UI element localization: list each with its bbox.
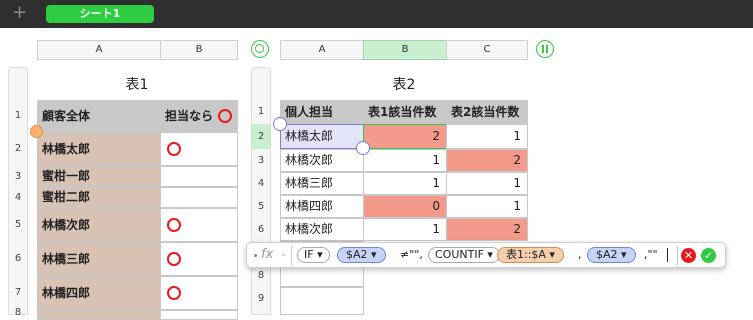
table1-cell[interactable] bbox=[160, 208, 238, 242]
table2-cell[interactable]: 林橋次郎 bbox=[280, 218, 364, 241]
tail-text: ,"" bbox=[644, 248, 658, 261]
table1-cell[interactable]: 林橋次郎 bbox=[37, 208, 161, 242]
table2-column-b-header[interactable]: B bbox=[363, 40, 447, 60]
table2-cell[interactable] bbox=[280, 287, 364, 315]
table1-row-number[interactable]: 3 bbox=[8, 166, 28, 187]
reference-token-a2-2[interactable]: $A2 ▾ bbox=[587, 247, 636, 263]
circle-mark-icon bbox=[167, 142, 181, 156]
ref-label: $A2 bbox=[596, 248, 618, 261]
table1-cell[interactable]: 林橋三郎 bbox=[37, 242, 161, 276]
sheet-tab-bar: + シート1 bbox=[0, 0, 753, 28]
table2-cell[interactable]: 林橋次郎 bbox=[280, 149, 364, 172]
fx-icon: fx bbox=[261, 247, 274, 262]
table2-row-number[interactable]: 4 bbox=[251, 172, 271, 195]
table2-row-number[interactable]: 3 bbox=[251, 149, 271, 172]
table1-cell[interactable]: 蜜柑二郎 bbox=[37, 187, 161, 208]
table1-row-number[interactable]: 8 bbox=[8, 308, 28, 318]
table1-row-number[interactable]: 4 bbox=[8, 187, 28, 208]
table1-cell[interactable]: 林橋太郎 bbox=[37, 132, 161, 166]
table1-column-a-header[interactable]: A bbox=[37, 40, 161, 60]
divider bbox=[291, 246, 292, 266]
table2-column-c-header[interactable]: C bbox=[446, 40, 528, 60]
table2-cell[interactable]: 2 bbox=[446, 218, 528, 241]
table1-column-b-header[interactable]: B bbox=[160, 40, 238, 60]
table2-cell[interactable]: 2 bbox=[446, 149, 528, 172]
table1-row-number[interactable]: 5 bbox=[8, 208, 28, 242]
selection-handle-icon[interactable] bbox=[273, 117, 287, 131]
table2-cell[interactable]: 1 bbox=[363, 149, 447, 172]
table2-header-cell[interactable]: 表1該当件数 bbox=[363, 100, 447, 124]
countif-function-token[interactable]: COUNTIF ▾ bbox=[428, 247, 500, 263]
table2-cell[interactable]: 1 bbox=[363, 218, 447, 241]
table2-cell[interactable]: 林橋四郎 bbox=[280, 195, 364, 218]
cancel-button[interactable]: ✕ bbox=[681, 248, 696, 263]
table2-cell[interactable]: 1 bbox=[363, 172, 447, 195]
table1-cell[interactable] bbox=[160, 132, 238, 166]
select-table-icon[interactable] bbox=[251, 40, 269, 58]
table2-cell[interactable]: 1 bbox=[446, 124, 528, 149]
text-cursor bbox=[667, 248, 668, 262]
table2-cell[interactable]: 1 bbox=[446, 195, 528, 218]
table2-row-number[interactable]: 2 bbox=[251, 124, 271, 149]
table1-header-cell[interactable]: 顧客全体 bbox=[37, 100, 161, 132]
table1-cell[interactable]: 林橋四郎 bbox=[37, 276, 161, 310]
table1-cell[interactable] bbox=[160, 187, 238, 208]
circle-mark-icon bbox=[167, 286, 181, 300]
table2-cell[interactable]: 0 bbox=[363, 195, 447, 218]
table1-cell[interactable]: 蜜柑一郎 bbox=[37, 166, 161, 187]
reference-token-table1[interactable]: 表1::$A ▾ bbox=[497, 247, 564, 263]
table1-row-number[interactable]: 6 bbox=[8, 242, 28, 276]
table1-row-number[interactable]: 1 bbox=[8, 100, 28, 132]
circle-mark-icon bbox=[167, 218, 181, 232]
divider bbox=[677, 246, 678, 266]
table2-cell[interactable]: 林橋三郎 bbox=[280, 172, 364, 195]
table1-title: 表1 bbox=[125, 77, 149, 93]
table2-header-cell[interactable]: 表2該当件数 bbox=[446, 100, 528, 124]
ref-label: $A2 bbox=[346, 248, 368, 261]
operator-text: ≠"", bbox=[400, 248, 423, 261]
table2-cell-selected[interactable]: 林橋太郎 bbox=[280, 124, 364, 149]
column-handle-icon[interactable] bbox=[536, 40, 554, 58]
table1-cell[interactable] bbox=[160, 242, 238, 276]
table1-cell[interactable] bbox=[160, 276, 238, 310]
table2-row-number[interactable]: 5 bbox=[251, 195, 271, 218]
table2-header-cell[interactable]: 個人担当 bbox=[280, 100, 364, 124]
formula-editor[interactable]: fx ⌄ IF ▾ $A2 ▾ ≠"", COUNTIF ▾ 表1::$A ▾ … bbox=[246, 242, 726, 268]
table2-row-number[interactable]: 1 bbox=[251, 100, 271, 124]
if-function-token[interactable]: IF ▾ bbox=[297, 247, 330, 263]
comma-text: , bbox=[578, 248, 582, 261]
table2-row-number[interactable]: 9 bbox=[251, 287, 271, 310]
resize-handle-icon[interactable] bbox=[30, 125, 43, 138]
table1-cell[interactable] bbox=[37, 310, 161, 320]
circle-mark-icon bbox=[218, 109, 232, 123]
chevron-down-icon[interactable]: ⌄ bbox=[280, 249, 287, 258]
table2-cell[interactable]: 1 bbox=[446, 172, 528, 195]
table1-cell[interactable] bbox=[160, 310, 238, 320]
drag-handle-icon[interactable] bbox=[254, 254, 257, 257]
table2-column-a-header[interactable]: A bbox=[280, 40, 364, 60]
ref-label: 表1::$A bbox=[506, 248, 546, 261]
table1-row-number[interactable]: 2 bbox=[8, 132, 28, 166]
countif-label: COUNTIF bbox=[435, 248, 484, 261]
if-label: IF bbox=[304, 248, 314, 261]
add-sheet-button[interactable]: + bbox=[12, 3, 27, 23]
reference-token-a2[interactable]: $A2 ▾ bbox=[337, 247, 386, 263]
selection-handle-icon[interactable] bbox=[356, 141, 370, 155]
accept-button[interactable]: ✓ bbox=[701, 248, 716, 263]
table2-cell[interactable]: 2 bbox=[363, 124, 447, 149]
table1-row-number[interactable]: 7 bbox=[8, 276, 28, 310]
sheet-tab[interactable]: シート1 bbox=[46, 5, 154, 23]
table1-cell[interactable] bbox=[160, 166, 238, 187]
table2-title: 表2 bbox=[392, 77, 416, 93]
circle-mark-icon bbox=[167, 252, 181, 266]
table2-row-number[interactable]: 6 bbox=[251, 218, 271, 241]
